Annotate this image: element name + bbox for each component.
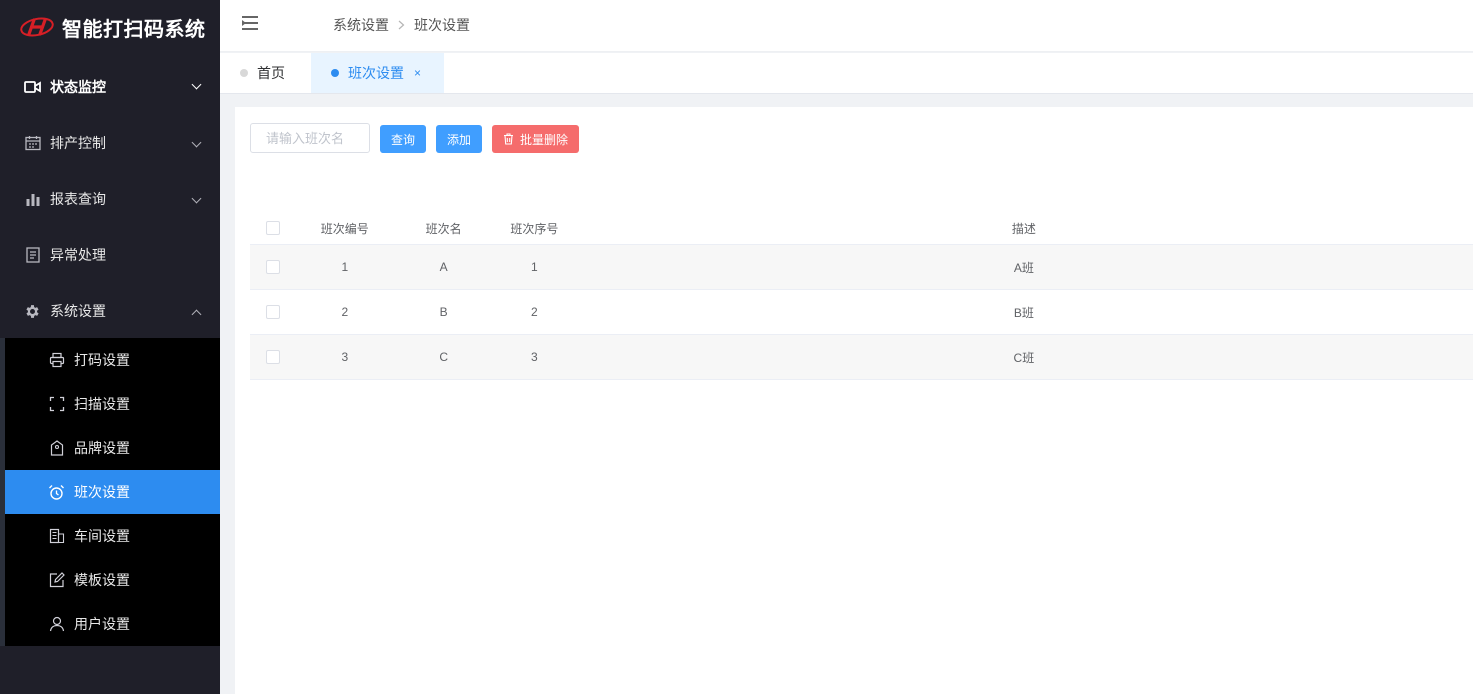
menu-label: 状态监控 <box>50 79 106 95</box>
app-title: 智能打扫码系统 <box>62 18 206 41</box>
batch-delete-button[interactable]: 批量删除 <box>492 125 579 153</box>
table-row[interactable]: 1 A 1 A班 <box>250 245 1473 290</box>
column-header-shift-no[interactable]: 班次编号 <box>296 220 393 237</box>
menu-production-control[interactable]: 排产控制 <box>0 115 220 171</box>
close-icon[interactable]: × <box>414 66 421 80</box>
tabs-bar: 首页 班次设置 × <box>220 53 1473 94</box>
column-header-shift-seq[interactable]: 班次序号 <box>494 220 575 237</box>
shift-table: 班次编号 班次名 班次序号 描述 1 A 1 A班 2 B 2 B班 3 C 3… <box>250 212 1473 380</box>
table-header: 班次编号 班次名 班次序号 描述 <box>250 212 1473 245</box>
cell-shift-seq: 1 <box>530 260 538 274</box>
cell-shift-name: A <box>439 260 448 274</box>
cell-shift-name: B <box>439 305 448 319</box>
cell-shift-seq: 3 <box>530 350 538 364</box>
submenu-shift-settings[interactable]: 班次设置 <box>5 470 220 514</box>
submenu-label: 打码设置 <box>74 352 130 368</box>
cell-shift-seq: 2 <box>530 305 538 319</box>
bar-chart-icon <box>24 191 41 208</box>
cell-description: A班 <box>1013 260 1034 275</box>
cell-description: C班 <box>1013 350 1035 365</box>
trash-icon <box>503 133 514 145</box>
camera-icon <box>24 79 41 96</box>
query-button[interactable]: 查询 <box>380 125 426 153</box>
submenu-label: 扫描设置 <box>74 396 130 412</box>
scan-icon <box>48 396 65 413</box>
gear-icon <box>24 303 41 320</box>
add-button[interactable]: 添加 <box>436 125 482 153</box>
breadcrumb-parent[interactable]: 系统设置 <box>333 15 389 35</box>
row-checkbox[interactable] <box>266 260 281 274</box>
submenu-workshop-settings[interactable]: 车间设置 <box>5 514 220 558</box>
system-settings-submenu: 打码设置 扫描设置 品牌设置 班次设置 车间设置 模板设置 用户设置 <box>0 338 220 646</box>
menu-system-settings[interactable]: 系统设置 <box>0 283 220 339</box>
tab-shift-settings[interactable]: 班次设置 × <box>311 53 444 93</box>
cell-shift-no: 2 <box>341 305 349 319</box>
submenu-label: 班次设置 <box>74 484 130 500</box>
building-icon <box>48 528 65 545</box>
submenu-template-settings[interactable]: 模板设置 <box>5 558 220 602</box>
cell-description: B班 <box>1013 305 1034 320</box>
menu-label: 系统设置 <box>50 303 106 319</box>
document-icon <box>24 247 41 264</box>
submenu-brand-settings[interactable]: 品牌设置 <box>5 426 220 470</box>
breadcrumb-current: 班次设置 <box>414 17 470 33</box>
alarm-clock-icon <box>48 484 65 501</box>
select-all-checkbox[interactable] <box>266 221 281 235</box>
column-header-description[interactable]: 描述 <box>575 220 1473 237</box>
cell-shift-no: 3 <box>341 350 349 364</box>
menu-status-monitor[interactable]: 状态监控 <box>0 59 220 115</box>
table-row[interactable]: 2 B 2 B班 <box>250 290 1473 335</box>
tab-label: 班次设置 <box>348 65 404 81</box>
chevron-up-icon <box>191 309 202 320</box>
row-checkbox[interactable] <box>266 350 281 364</box>
tab-dot <box>331 69 339 77</box>
menu-exception-handling[interactable]: 异常处理 <box>0 227 220 283</box>
submenu-user-settings[interactable]: 用户设置 <box>5 602 220 646</box>
tab-home[interactable]: 首页 <box>220 53 310 93</box>
logo: 智能打扫码系统 <box>0 0 220 54</box>
user-icon <box>48 616 65 633</box>
menu-label: 排产控制 <box>50 135 106 151</box>
chevron-down-icon <box>191 137 202 148</box>
cell-shift-no: 1 <box>341 260 349 274</box>
cell-shift-name: C <box>439 350 449 364</box>
tab-dot <box>240 69 248 77</box>
submenu-label: 模板设置 <box>74 572 130 588</box>
menu-toggle-icon[interactable] <box>242 15 260 31</box>
sidebar: 智能打扫码系统 状态监控 排产控制 报表查询 异常处理 系统设置 打码设置 扫描… <box>0 0 220 694</box>
calendar-icon <box>24 135 41 152</box>
chevron-down-icon <box>191 79 202 90</box>
menu-label: 报表查询 <box>50 191 106 207</box>
chevron-right-icon <box>398 18 405 33</box>
menu-report-query[interactable]: 报表查询 <box>0 171 220 227</box>
submenu-label: 用户设置 <box>74 616 130 632</box>
submenu-print-settings[interactable]: 打码设置 <box>5 338 220 382</box>
shift-name-search-input[interactable] <box>250 123 370 153</box>
tab-label: 首页 <box>257 65 285 81</box>
menu-label: 异常处理 <box>50 247 106 263</box>
main-content: 查询 添加 批量删除 班次编号 班次名 班次序号 描述 1 A 1 A班 2 B… <box>235 107 1473 694</box>
submenu-label: 品牌设置 <box>74 440 130 456</box>
edit-icon <box>48 572 65 589</box>
batch-delete-label: 批量删除 <box>519 132 568 147</box>
tag-icon <box>48 440 65 457</box>
breadcrumb: 系统设置 班次设置 <box>333 15 470 35</box>
submenu-label: 车间设置 <box>74 528 130 544</box>
printer-icon <box>48 352 65 369</box>
submenu-scan-settings[interactable]: 扫描设置 <box>5 382 220 426</box>
logo-icon <box>20 16 54 38</box>
column-header-shift-name[interactable]: 班次名 <box>393 220 494 237</box>
top-header: 系统设置 班次设置 <box>220 0 1473 52</box>
chevron-down-icon <box>191 193 202 204</box>
table-row[interactable]: 3 C 3 C班 <box>250 335 1473 380</box>
row-checkbox[interactable] <box>266 305 281 319</box>
